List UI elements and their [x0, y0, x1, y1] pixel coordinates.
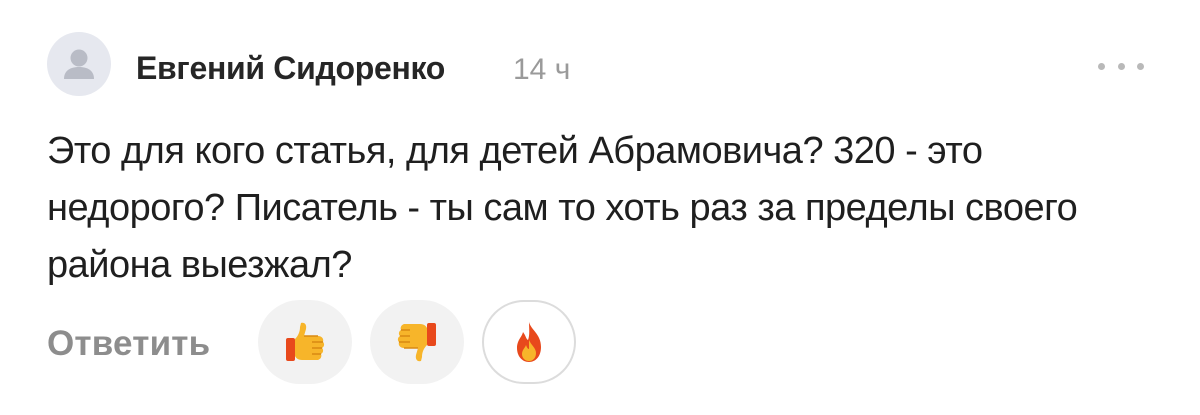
thumbs-up-icon [286, 322, 325, 361]
thumbs-down-icon [397, 323, 436, 362]
user-placeholder-icon [64, 49, 94, 79]
comment-text: Это для кого статья, для детей Абрамович… [47, 130, 1078, 286]
more-dots-icon[interactable] [1098, 58, 1144, 74]
dot [1098, 62, 1105, 70]
fire-reaction-button[interactable] [482, 300, 576, 384]
like-button[interactable] [258, 300, 352, 384]
fire-icon [517, 322, 541, 362]
dot [1117, 62, 1125, 70]
comment-time: 14 ч [513, 53, 571, 86]
avatar[interactable] [47, 32, 111, 96]
dislike-button[interactable] [370, 300, 464, 384]
dot [1137, 62, 1144, 70]
reply-button[interactable]: Ответить [47, 322, 210, 366]
author-name[interactable]: Евгений Сидоренко [136, 48, 445, 88]
